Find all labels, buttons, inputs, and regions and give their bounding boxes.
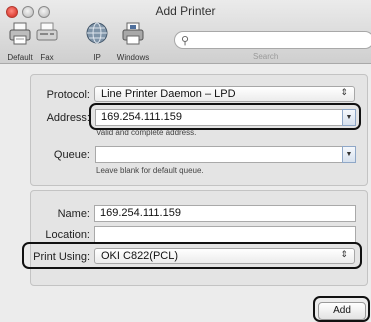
title-bar: Add Printer Default Fax IP Windows ⚲ Sea…: [0, 0, 371, 64]
search-input[interactable]: ⚲: [174, 31, 371, 49]
queue-label: Queue:: [53, 149, 90, 161]
location-label: Location:: [45, 229, 90, 241]
ip-globe-icon: [86, 22, 108, 44]
location-field[interactable]: [94, 226, 356, 243]
toolbar-fax-label: Fax: [40, 53, 54, 62]
toolbar-windows-label: Windows: [116, 53, 150, 62]
name-label: Name:: [57, 208, 90, 220]
queue-field[interactable]: ▼: [95, 146, 356, 163]
name-field[interactable]: 169.254.111.159: [94, 205, 356, 222]
address-label: Address:: [46, 112, 90, 124]
toolbar-fax-button[interactable]: Fax: [30, 21, 64, 62]
toolbar-ip-label: IP: [93, 53, 101, 62]
toolbar-ip-button[interactable]: IP: [77, 19, 117, 63]
add-button[interactable]: Add: [318, 302, 366, 320]
queue-hint: Leave blank for default queue.: [96, 166, 204, 175]
toolbar-windows-button[interactable]: Windows: [113, 21, 153, 62]
window-title: Add Printer: [155, 4, 216, 18]
address-highlight: [89, 103, 361, 130]
protocol-value: Line Printer Daemon – LPD: [101, 88, 236, 100]
add-printer-window: Add Printer Default Fax IP Windows ⚲ Sea…: [0, 0, 371, 322]
search-label: Search: [253, 52, 279, 61]
windows-printer-icon: [122, 22, 144, 45]
protocol-popup[interactable]: Line Printer Daemon – LPD ⇕: [94, 86, 355, 102]
search-icon: ⚲: [181, 35, 190, 47]
protocol-label: Protocol:: [46, 89, 90, 101]
print-using-highlight: [22, 242, 362, 269]
fax-icon: [36, 22, 58, 41]
queue-dropdown-button[interactable]: ▼: [342, 146, 356, 163]
popup-arrows-icon: ⇕: [340, 87, 348, 97]
